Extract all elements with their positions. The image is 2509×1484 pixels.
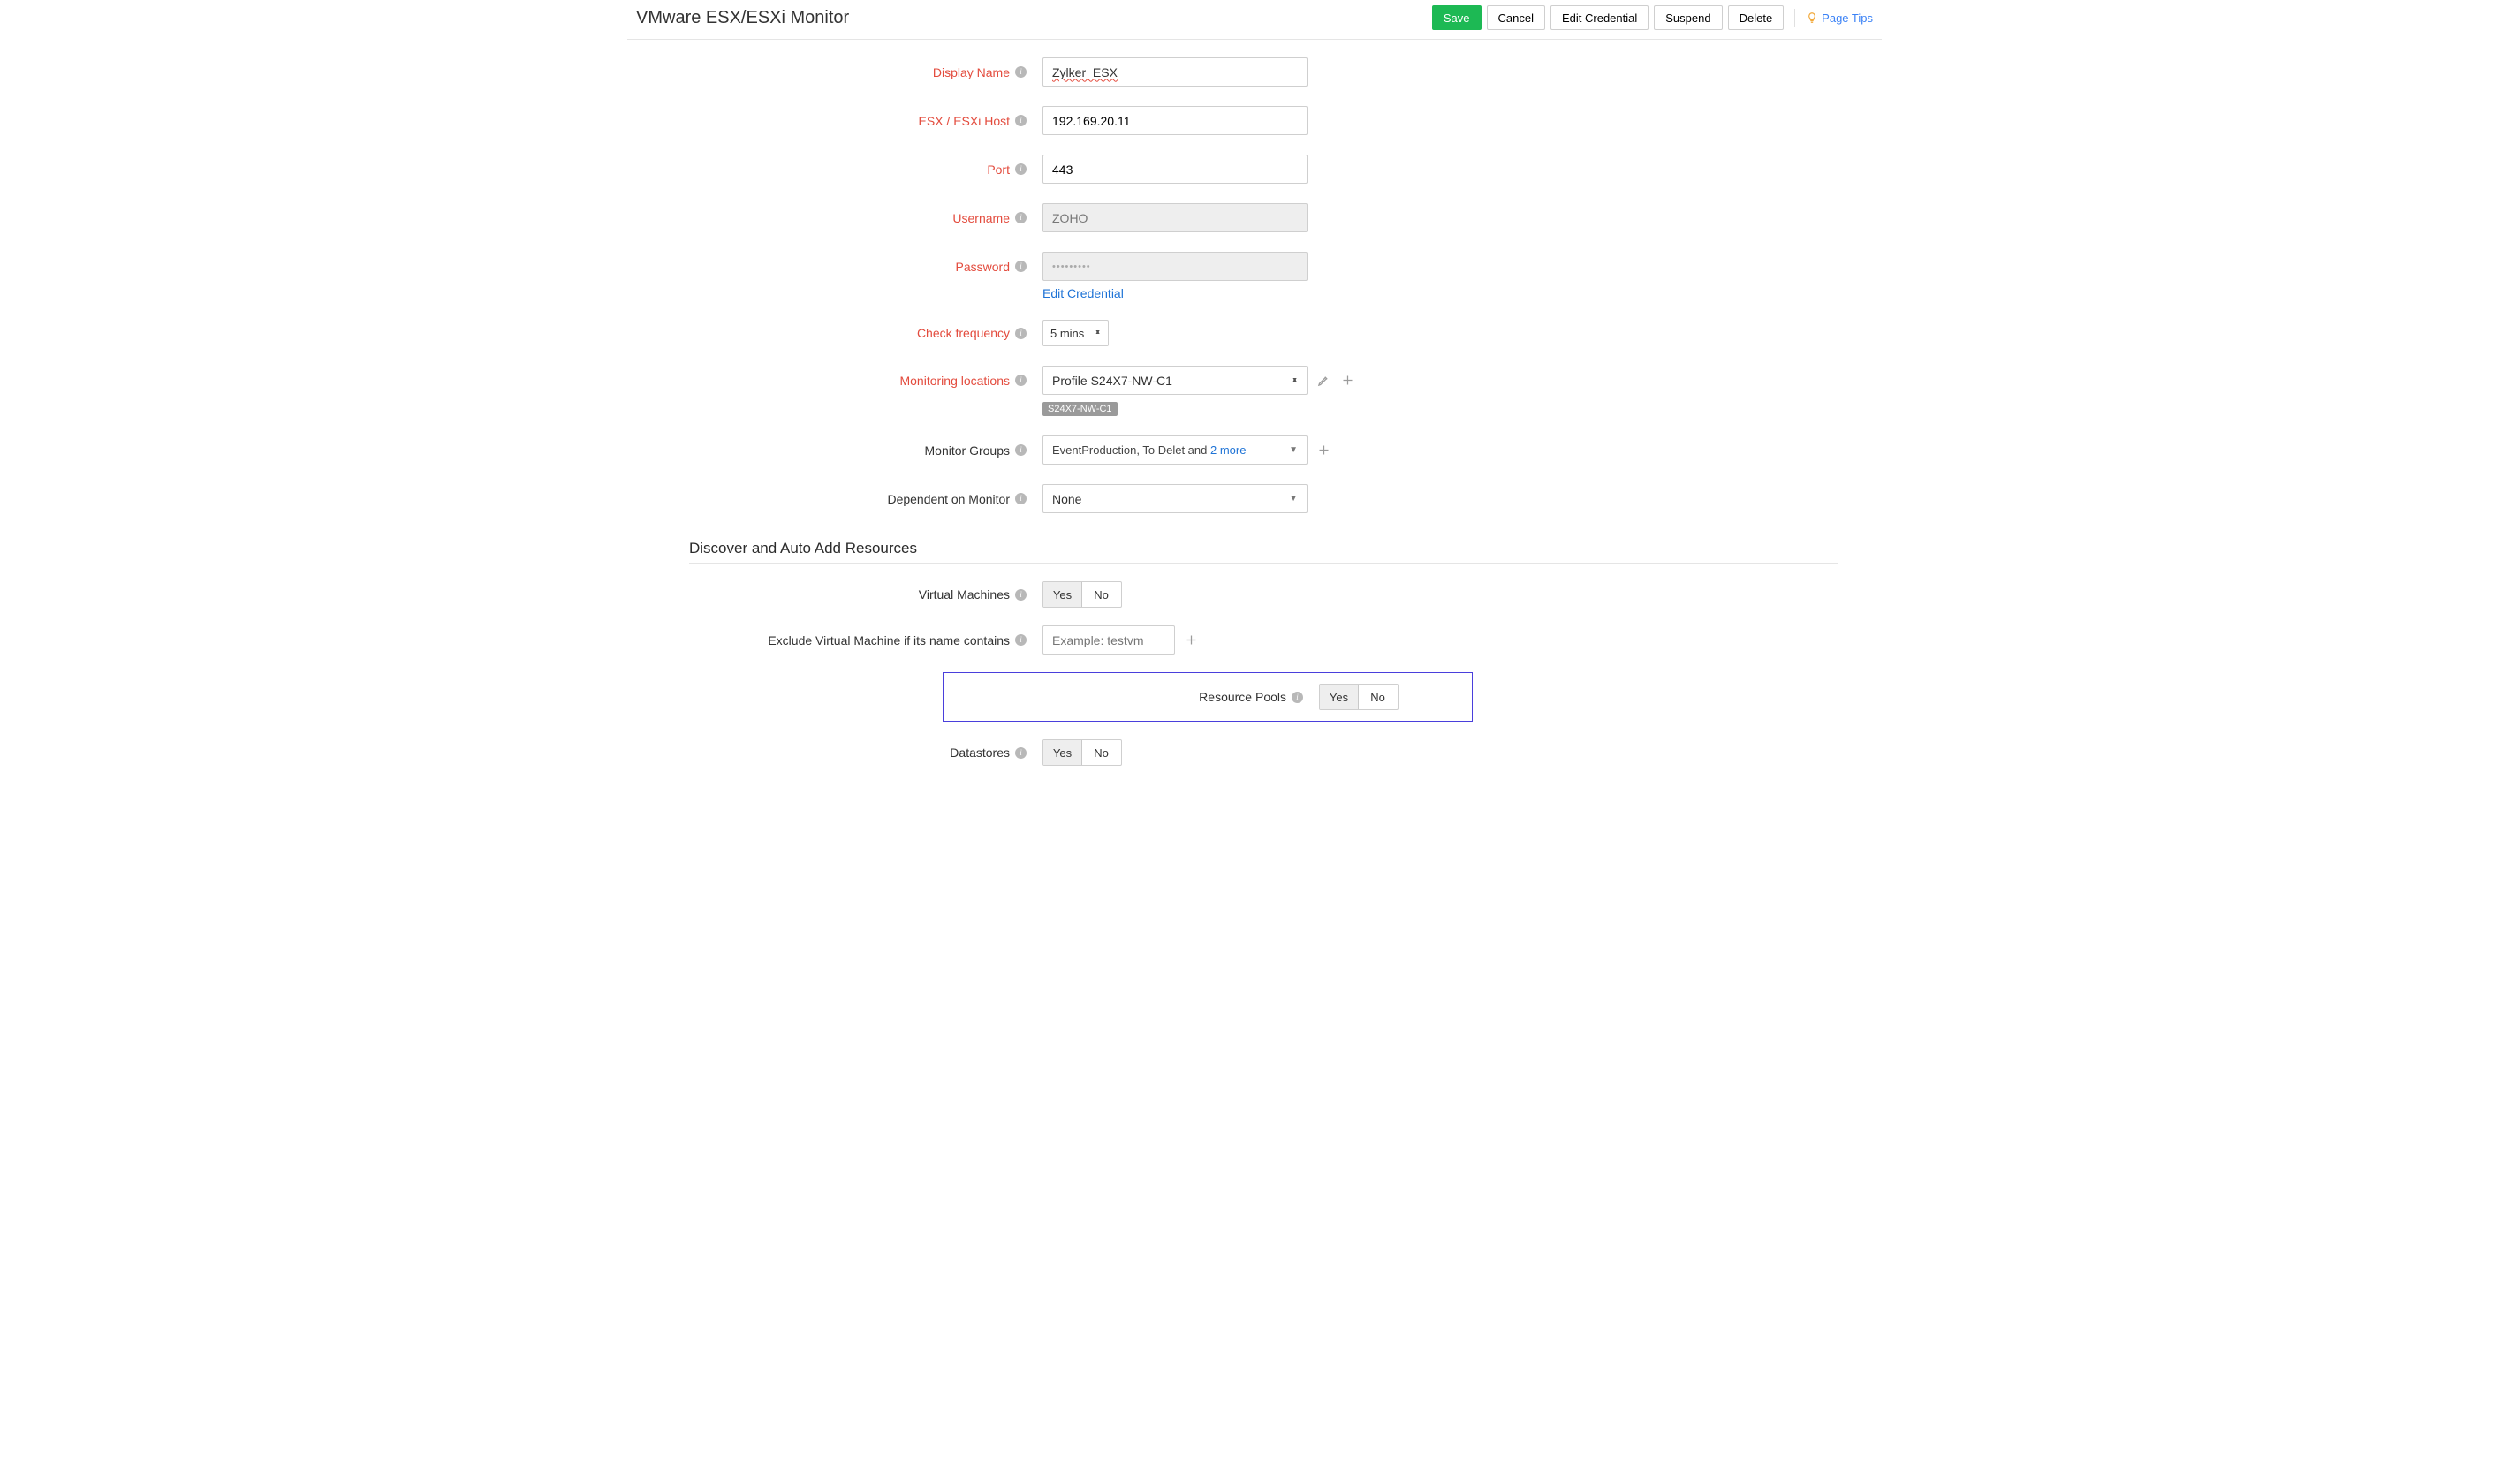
toggle-no[interactable]: No: [1358, 685, 1398, 709]
display-name-label: Display Namei: [663, 65, 1042, 80]
display-name-input[interactable]: Zylker_ESX: [1042, 57, 1308, 87]
info-icon[interactable]: i: [1015, 375, 1027, 386]
monitoring-locations-label: Monitoring locationsi: [663, 374, 1042, 388]
host-label: ESX / ESXi Hosti: [663, 114, 1042, 128]
page-tips-link[interactable]: Page Tips: [1806, 11, 1873, 25]
toggle-no[interactable]: No: [1081, 582, 1121, 607]
monitor-groups-label: Monitor Groupsi: [663, 443, 1042, 458]
username-input: [1042, 203, 1308, 232]
monitor-form: Display Namei Zylker_ESX ESX / ESXi Host…: [627, 40, 1882, 801]
monitoring-locations-select[interactable]: Profile S24X7-NW-C1 ▲▼: [1042, 366, 1308, 395]
info-icon[interactable]: i: [1015, 589, 1027, 601]
lightbulb-icon: [1806, 11, 1818, 24]
info-icon[interactable]: i: [1015, 493, 1027, 504]
info-icon[interactable]: i: [1015, 115, 1027, 126]
toggle-yes[interactable]: Yes: [1042, 739, 1082, 766]
datastores-toggle[interactable]: Yes No: [1042, 739, 1122, 766]
dependent-on-label: Dependent on Monitori: [663, 492, 1042, 506]
username-label: Usernamei: [663, 211, 1042, 225]
info-icon[interactable]: i: [1015, 261, 1027, 272]
info-icon[interactable]: i: [1015, 66, 1027, 78]
info-icon[interactable]: i: [1015, 163, 1027, 175]
port-label: Porti: [663, 163, 1042, 177]
suspend-button[interactable]: Suspend: [1654, 5, 1722, 30]
toggle-yes[interactable]: Yes: [1319, 684, 1359, 710]
section-divider: [689, 563, 1838, 564]
page-tips-label: Page Tips: [1822, 11, 1873, 25]
info-icon[interactable]: i: [1292, 692, 1303, 703]
virtual-machines-label: Virtual Machinesi: [663, 587, 1042, 602]
section-discover-title: Discover and Auto Add Resources: [689, 540, 1846, 557]
check-frequency-select[interactable]: 5 mins ▲▼: [1042, 320, 1109, 346]
cancel-button[interactable]: Cancel: [1487, 5, 1545, 30]
resource-pools-highlight: Resource Poolsi Yes No: [943, 672, 1473, 722]
top-bar: VMware ESX/ESXi Monitor Save Cancel Edit…: [627, 0, 1882, 40]
exclude-vm-input[interactable]: [1042, 625, 1175, 655]
page-title: VMware ESX/ESXi Monitor: [636, 8, 849, 28]
resource-pools-toggle[interactable]: Yes No: [1319, 684, 1399, 710]
plus-icon[interactable]: [1316, 443, 1331, 458]
toggle-no[interactable]: No: [1081, 740, 1121, 765]
password-label: Passwordi: [663, 260, 1042, 274]
dependent-on-select[interactable]: None▼: [1042, 484, 1308, 513]
info-icon[interactable]: i: [1015, 212, 1027, 223]
host-input[interactable]: [1042, 106, 1308, 135]
plus-icon[interactable]: [1184, 632, 1199, 647]
action-bar: Save Cancel Edit Credential Suspend Dele…: [1432, 5, 1873, 30]
virtual-machines-toggle[interactable]: Yes No: [1042, 581, 1122, 608]
exclude-vm-label: Exclude Virtual Machine if its name cont…: [663, 633, 1042, 647]
separator: [1794, 9, 1795, 26]
info-icon[interactable]: i: [1015, 328, 1027, 339]
delete-button[interactable]: Delete: [1728, 5, 1785, 30]
location-tag: S24X7-NW-C1: [1042, 402, 1118, 416]
port-input[interactable]: [1042, 155, 1308, 184]
plus-icon[interactable]: [1340, 373, 1355, 388]
save-button[interactable]: Save: [1432, 5, 1482, 30]
edit-credential-button[interactable]: Edit Credential: [1550, 5, 1649, 30]
info-icon[interactable]: i: [1015, 444, 1027, 456]
toggle-yes[interactable]: Yes: [1042, 581, 1082, 608]
datastores-label: Datastoresi: [663, 746, 1042, 760]
monitor-groups-select[interactable]: EventProduction, To Delet and 2 more ▼: [1042, 435, 1308, 465]
check-frequency-label: Check frequencyi: [663, 326, 1042, 340]
edit-credential-link[interactable]: Edit Credential: [1042, 286, 1124, 300]
info-icon[interactable]: i: [1015, 634, 1027, 646]
pencil-icon[interactable]: [1316, 373, 1331, 388]
password-input: [1042, 252, 1308, 281]
resource-pools-label: Resource Poolsi: [944, 690, 1319, 704]
info-icon[interactable]: i: [1015, 747, 1027, 759]
